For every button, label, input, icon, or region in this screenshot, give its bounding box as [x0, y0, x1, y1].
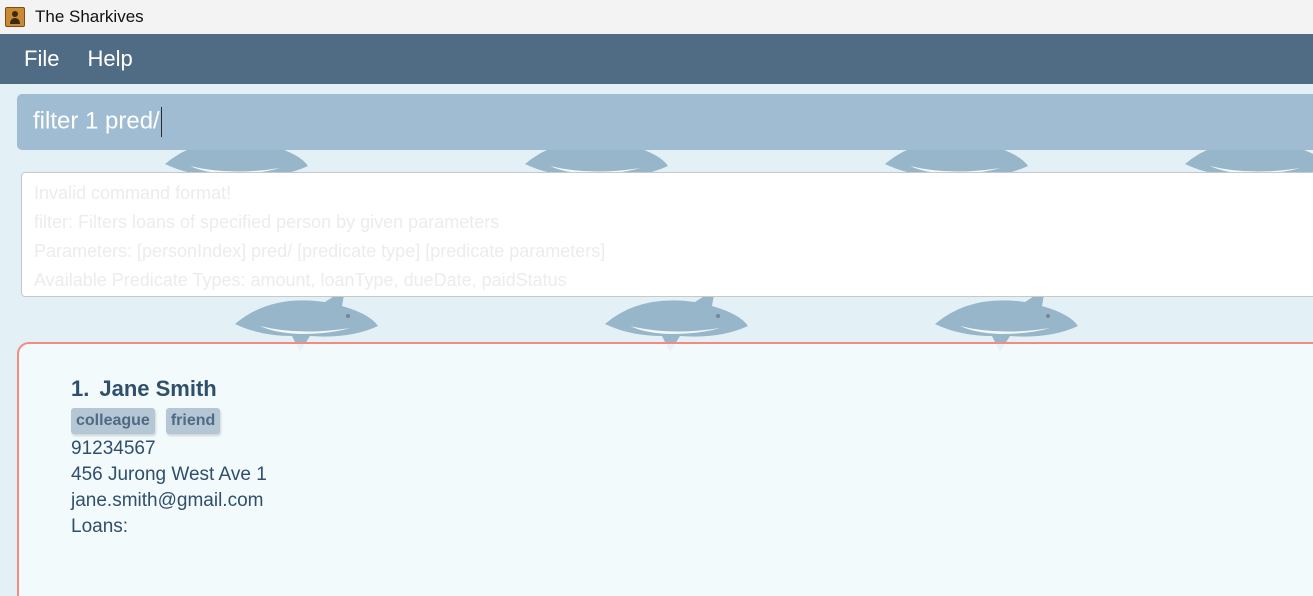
person-index: 1.: [71, 376, 90, 401]
tag-friend: friend: [165, 408, 221, 434]
person-card-content: 1. Jane Smith colleague friend 91234567 4…: [71, 376, 267, 540]
person-name: Jane Smith: [99, 376, 217, 401]
person-name-row: 1. Jane Smith: [71, 376, 267, 402]
menu-help[interactable]: Help: [73, 46, 146, 72]
menu-bar: File Help: [0, 34, 1313, 84]
text-caret: [160, 107, 162, 137]
person-tags: colleague friend: [71, 408, 267, 434]
command-box[interactable]: filter 1 pred/: [17, 94, 1313, 150]
person-email: jane.smith@gmail.com: [71, 490, 264, 511]
command-input-text: filter 1 pred/: [33, 107, 160, 135]
person-address: 456 Jurong West Ave 1: [71, 464, 267, 485]
menu-file[interactable]: File: [0, 46, 73, 72]
person-phone: 91234567: [71, 438, 156, 459]
command-input[interactable]: filter 1 pred/: [33, 107, 1313, 137]
contact-book-icon: [5, 7, 25, 27]
person-card[interactable]: 1. Jane Smith colleague friend 91234567 4…: [17, 342, 1313, 596]
result-line: Parameters: [personIndex] pred/ [predica…: [34, 241, 606, 261]
window-title: The Sharkives: [35, 7, 144, 26]
person-loans-label: Loans:: [71, 516, 129, 537]
tag-colleague: colleague: [71, 408, 155, 434]
result-line: filter: Filters loans of specified perso…: [34, 212, 500, 232]
result-line: Invalid command format!: [34, 183, 232, 203]
result-line: Available Predicate Types: amount, loanT…: [34, 270, 567, 290]
window-titlebar: The Sharkives: [0, 0, 1313, 34]
result-display[interactable]: Invalid command format! filter: Filters …: [21, 172, 1313, 297]
